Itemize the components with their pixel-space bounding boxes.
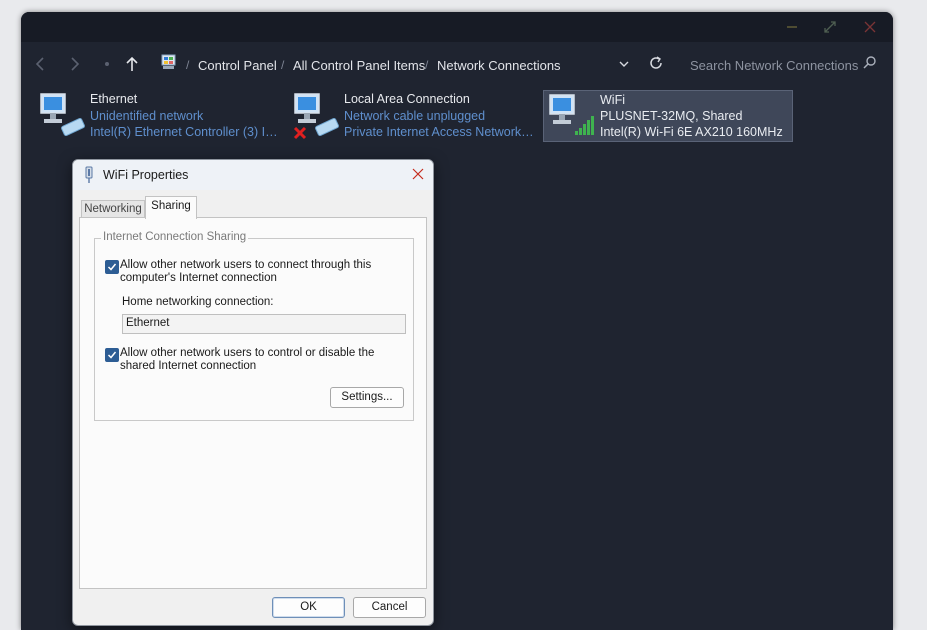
- minimize-button[interactable]: [773, 12, 811, 42]
- close-icon[interactable]: [412, 168, 424, 180]
- network-adapter-small-icon: [85, 166, 93, 183]
- allow-connect-checkbox[interactable]: [105, 260, 119, 274]
- allow-control-label-line1: Allow other network users to control or …: [120, 347, 375, 359]
- connection-name: Ethernet: [90, 92, 138, 106]
- allow-connect-label-line1: Allow other network users to connect thr…: [120, 259, 372, 271]
- dialog-title: WiFi Properties: [103, 168, 189, 182]
- ok-button[interactable]: OK: [272, 597, 345, 618]
- breadcrumb-separator: /: [281, 58, 285, 72]
- breadcrumb-separator: /: [425, 58, 429, 72]
- breadcrumb-separator: /: [186, 58, 190, 72]
- disconnected-x-icon: [293, 126, 307, 140]
- breadcrumb-all-items[interactable]: All Control Panel Items: [293, 58, 425, 73]
- minimize-icon: [787, 26, 797, 28]
- checkmark-icon: [107, 263, 117, 271]
- recent-dot-icon[interactable]: [103, 60, 111, 68]
- forward-arrow-icon[interactable]: [68, 56, 82, 72]
- close-icon: [864, 21, 876, 33]
- connection-status: Network cable unplugged: [344, 109, 486, 123]
- connection-device: Private Internet Access Network A...: [344, 125, 536, 139]
- connection-status: Unidentified network: [90, 109, 204, 123]
- control-panel-icon: [161, 54, 176, 69]
- connection-item-local-area[interactable]: Local Area Connection Network cable unpl…: [292, 92, 542, 142]
- ics-group: Internet Connection Sharing Allow other …: [94, 231, 414, 421]
- settings-button[interactable]: Settings...: [330, 387, 404, 408]
- cancel-button[interactable]: Cancel: [353, 597, 426, 618]
- search-icon[interactable]: [863, 55, 877, 69]
- breadcrumb-control-panel[interactable]: Control Panel: [198, 58, 277, 73]
- dialog-title-bar: WiFi Properties: [73, 160, 433, 190]
- home-networking-label: Home networking connection:: [122, 296, 274, 308]
- checkmark-icon: [107, 351, 117, 359]
- maximize-icon: [824, 21, 836, 33]
- connection-status: PLUSNET-32MQ, Shared: [600, 109, 743, 123]
- chevron-down-icon[interactable]: [618, 58, 630, 70]
- tab-sharing[interactable]: Sharing: [145, 196, 197, 219]
- allow-control-label-line2: shared Internet connection: [120, 360, 257, 372]
- connection-device: Intel(R) Ethernet Controller (3) I22...: [90, 125, 282, 139]
- close-window-button[interactable]: [851, 12, 889, 42]
- home-networking-combo[interactable]: Ethernet: [122, 314, 406, 334]
- back-arrow-icon[interactable]: [33, 56, 47, 72]
- allow-control-checkbox[interactable]: [105, 348, 119, 362]
- connection-name: WiFi: [600, 93, 625, 107]
- title-bar: [21, 12, 893, 42]
- address-toolbar: / Control Panel / All Control Panel Item…: [21, 42, 893, 88]
- connection-name: Local Area Connection: [344, 92, 470, 106]
- connection-item-ethernet[interactable]: Ethernet Unidentified network Intel(R) E…: [38, 92, 288, 142]
- search-input[interactable]: Search Network Connections: [690, 58, 858, 73]
- network-adapter-icon: [40, 93, 85, 137]
- breadcrumb-network-connections[interactable]: Network Connections: [437, 58, 561, 73]
- refresh-icon[interactable]: [648, 55, 664, 71]
- wifi-adapter-icon: [549, 94, 594, 135]
- up-arrow-icon[interactable]: [124, 55, 140, 73]
- connection-device: Intel(R) Wi-Fi 6E AX210 160MHz: [600, 125, 783, 139]
- ics-group-title: Internet Connection Sharing: [101, 231, 249, 243]
- tab-networking[interactable]: Networking: [81, 200, 145, 218]
- maximize-button[interactable]: [811, 12, 849, 42]
- sharing-tab-panel: Internet Connection Sharing Allow other …: [79, 217, 427, 589]
- home-networking-value: Ethernet: [126, 317, 170, 329]
- allow-connect-label-line2: computer's Internet connection: [120, 272, 277, 284]
- connection-item-wifi[interactable]: WiFi PLUSNET-32MQ, Shared Intel(R) Wi-Fi…: [543, 90, 793, 142]
- wifi-properties-dialog: WiFi Properties Networking Sharing Inter…: [72, 159, 434, 626]
